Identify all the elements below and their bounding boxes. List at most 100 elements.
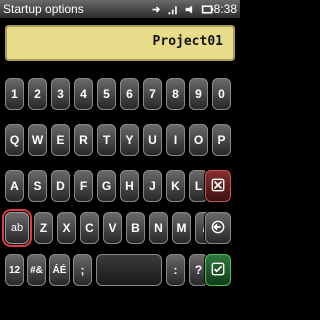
key-t[interactable]: T xyxy=(97,124,116,156)
key-s[interactable]: S xyxy=(28,170,47,202)
key-g[interactable]: G xyxy=(97,170,116,202)
key-label: L xyxy=(194,179,203,193)
key-n[interactable]: N xyxy=(149,212,168,244)
key-12[interactable]: 12 xyxy=(5,254,24,286)
key-8[interactable]: 8 xyxy=(166,78,185,110)
volume-icon xyxy=(184,3,197,16)
key-accents[interactable]: ÁÉ xyxy=(49,254,70,286)
key-label: B xyxy=(131,221,140,235)
key-7[interactable]: 7 xyxy=(143,78,162,110)
status-bar: Startup options 8:38 xyxy=(0,0,240,18)
key-label: J xyxy=(149,179,156,193)
key-6[interactable]: 6 xyxy=(120,78,139,110)
key-label: 2 xyxy=(34,87,41,101)
key-label: G xyxy=(101,179,112,193)
key-p[interactable]: P xyxy=(212,124,231,156)
key-o[interactable]: O xyxy=(189,124,208,156)
key-q[interactable]: Q xyxy=(5,124,24,156)
key-semicolon[interactable]: ; xyxy=(73,254,92,286)
key-label: 4 xyxy=(80,87,87,101)
key-m[interactable]: M xyxy=(172,212,191,244)
key-label: K xyxy=(171,179,180,193)
key-5[interactable]: 5 xyxy=(97,78,116,110)
key-label: 0 xyxy=(218,87,225,101)
key-3[interactable]: 3 xyxy=(51,78,70,110)
key-label: ÁÉ xyxy=(52,264,67,276)
key-label: 8 xyxy=(172,87,179,101)
close-icon xyxy=(211,178,225,195)
key-j[interactable]: J xyxy=(143,170,162,202)
key-label: Y xyxy=(125,133,134,147)
status-time: 8:38 xyxy=(213,2,237,16)
text-field[interactable]: Project01 xyxy=(5,25,235,61)
key-label: R xyxy=(79,133,88,147)
key-colon[interactable]: : xyxy=(166,254,185,286)
key-label: W xyxy=(31,133,44,147)
key-label: #& xyxy=(30,264,43,276)
key-label: C xyxy=(85,221,94,235)
key-label: Z xyxy=(39,221,48,235)
key-label: ab xyxy=(10,222,24,234)
sync-icon xyxy=(150,3,163,16)
key-label: ; xyxy=(80,263,85,277)
key-y[interactable]: Y xyxy=(120,124,139,156)
key-x[interactable]: X xyxy=(57,212,76,244)
key-label: 9 xyxy=(195,87,202,101)
window-title: Startup options xyxy=(3,2,84,16)
text-value: Project01 xyxy=(152,34,223,49)
key-label: N xyxy=(154,221,163,235)
key-symbols[interactable]: #& xyxy=(27,254,46,286)
key-w[interactable]: W xyxy=(28,124,47,156)
key-label: 7 xyxy=(149,87,156,101)
key-h[interactable]: H xyxy=(120,170,139,202)
signal-icon xyxy=(167,3,180,16)
key-label: 12 xyxy=(8,264,21,276)
key-label: 1 xyxy=(11,87,18,101)
space-bar[interactable] xyxy=(96,254,162,286)
key-label: X xyxy=(62,221,71,235)
key-label: Q xyxy=(9,133,20,147)
enter-button[interactable] xyxy=(205,212,231,244)
ok-button[interactable] xyxy=(205,254,231,286)
key-i[interactable]: I xyxy=(166,124,185,156)
key-4[interactable]: 4 xyxy=(74,78,93,110)
key-9[interactable]: 9 xyxy=(189,78,208,110)
key-u[interactable]: U xyxy=(143,124,162,156)
key-label: O xyxy=(193,133,204,147)
key-ab[interactable]: ab xyxy=(5,212,29,244)
key-label: T xyxy=(102,133,111,147)
key-label: I xyxy=(173,133,178,147)
key-label: ? xyxy=(194,263,203,277)
left-arrow-icon xyxy=(211,220,225,237)
key-v[interactable]: V xyxy=(103,212,122,244)
key-f[interactable]: F xyxy=(74,170,93,202)
status-icons xyxy=(150,1,214,17)
key-d[interactable]: D xyxy=(51,170,70,202)
key-0[interactable]: 0 xyxy=(212,78,231,110)
delete-button[interactable] xyxy=(205,170,231,202)
key-label: S xyxy=(33,179,42,193)
key-2[interactable]: 2 xyxy=(28,78,47,110)
key-b[interactable]: B xyxy=(126,212,145,244)
key-e[interactable]: E xyxy=(51,124,70,156)
key-a[interactable]: A xyxy=(5,170,24,202)
key-label: A xyxy=(10,179,19,193)
key-label: E xyxy=(56,133,65,147)
key-label: F xyxy=(79,179,88,193)
battery-icon xyxy=(201,3,214,16)
check-icon xyxy=(211,262,225,279)
key-c[interactable]: C xyxy=(80,212,99,244)
key-label: U xyxy=(148,133,157,147)
key-label: P xyxy=(217,133,226,147)
key-label: H xyxy=(125,179,134,193)
key-label: 5 xyxy=(103,87,110,101)
key-label: 6 xyxy=(126,87,133,101)
key-z[interactable]: Z xyxy=(34,212,53,244)
key-label: : xyxy=(173,263,178,277)
key-1[interactable]: 1 xyxy=(5,78,24,110)
key-label: V xyxy=(108,221,117,235)
key-label: 3 xyxy=(57,87,64,101)
key-r[interactable]: R xyxy=(74,124,93,156)
key-k[interactable]: K xyxy=(166,170,185,202)
key-label: D xyxy=(56,179,65,193)
